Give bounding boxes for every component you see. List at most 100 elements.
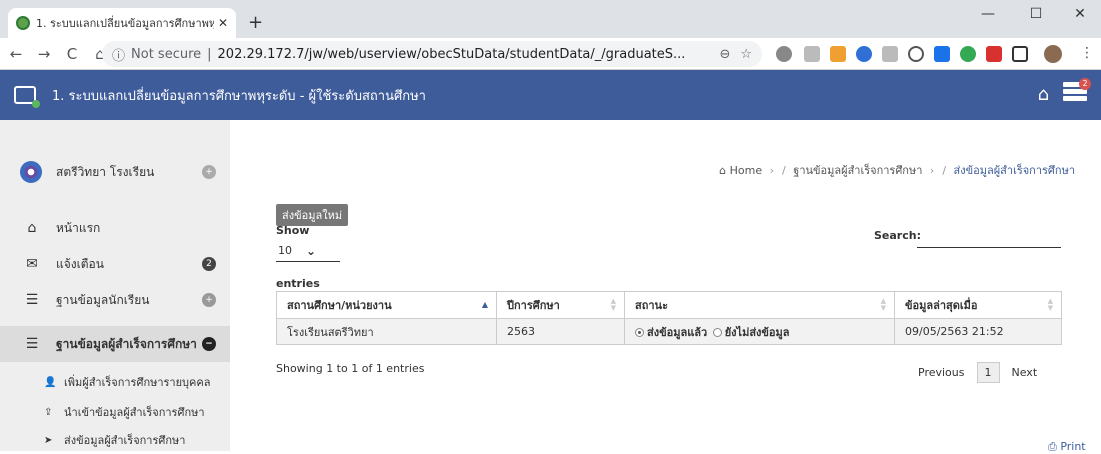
previous-page-button[interactable]: Previous: [918, 366, 965, 379]
site-favicon-icon: [16, 16, 30, 30]
extension-icon[interactable]: [960, 46, 976, 62]
sidebar-item-student-db[interactable]: ☰ ฐานข้อมูลนักเรียน +: [0, 282, 230, 318]
profile-avatar-icon[interactable]: [1044, 45, 1062, 63]
extension-icon[interactable]: [882, 46, 898, 62]
sort-asc-icon: ▲: [481, 300, 488, 309]
breadcrumb: ⌂ Home › / ฐานข้อมูลผู้สำเร็จการศึกษา › / …: [719, 164, 1075, 177]
reload-icon[interactable]: C: [60, 45, 84, 63]
sort-icon: ▲ ▼: [880, 297, 886, 312]
sort-icon: ▲ ▼: [610, 297, 616, 312]
extension-icon[interactable]: [776, 46, 792, 62]
address-bar[interactable]: ⓘ Not secure | 202.29.172.7/jw/web/userv…: [102, 41, 762, 67]
envelope-icon: ✉: [26, 256, 38, 272]
back-icon[interactable]: ←: [4, 45, 28, 63]
sidebar-subitem-label: นำเข้าข้อมูลผู้สำเร็จการศึกษา: [64, 406, 205, 419]
extension-icon[interactable]: [856, 46, 872, 62]
app-title: 1. ระบบแลกเปลี่ยนข้อมูลการศึกษาพหุระดับ …: [52, 88, 426, 104]
home-icon: ⌂: [27, 220, 37, 236]
forward-icon[interactable]: →: [32, 45, 56, 63]
sidebar-user[interactable]: สตรีวิทยา โรงเรียน +: [0, 150, 230, 194]
extension-icon[interactable]: [830, 46, 846, 62]
sidebar-subitem-add-graduate[interactable]: 👤 เพิ่มผู้สำเร็จการศึกษารายบุคคล: [0, 371, 230, 393]
menu-kebab-icon[interactable]: ⋮: [1080, 45, 1094, 61]
app-header: 1. ระบบแลกเปลี่ยนข้อมูลการศึกษาพหุระดับ …: [0, 70, 1101, 120]
notification-count-badge: 2: [202, 257, 216, 271]
column-header-updated[interactable]: ข้อมูลล่าสุดเมื่อ ▲ ▼: [894, 291, 1062, 319]
add-user-icon: 👤: [44, 376, 57, 388]
search-input[interactable]: [917, 226, 1061, 248]
sidebar-item-label: ฐานข้อมูลผู้สำเร็จการศึกษา: [56, 336, 197, 351]
pagination: Previous 1 Next: [918, 362, 1037, 383]
sidebar-item-label: แจ้งเตือน: [56, 256, 104, 271]
next-page-button[interactable]: Next: [1012, 366, 1038, 379]
table-header-row: สถานศึกษา/หน่วยงาน ▲ ปีการศึกษา ▲ ▼ สถานะ…: [276, 291, 1062, 319]
database-icon: ☰: [25, 336, 39, 352]
extension-icon[interactable]: [934, 46, 950, 62]
grid-icon[interactable]: [1012, 46, 1028, 62]
extension-icon[interactable]: [908, 46, 924, 62]
sidebar-item-graduate-db[interactable]: ☰ ฐานข้อมูลผู้สำเร็จการศึกษา −: [0, 326, 230, 362]
notification-badge: 2: [1079, 78, 1091, 90]
page-1-button[interactable]: 1: [976, 362, 1000, 383]
data-table: สถานศึกษา/หน่วยงาน ▲ ปีการศึกษา ▲ ▼ สถานะ…: [276, 291, 1062, 345]
bookmark-star-icon[interactable]: ☆: [740, 47, 752, 62]
security-label: Not secure: [131, 46, 202, 62]
status-unsent-radio[interactable]: [712, 327, 722, 337]
breadcrumb-home[interactable]: Home: [730, 164, 762, 177]
column-header-school[interactable]: สถานศึกษา/หน่วยงาน ▲: [276, 291, 497, 319]
printer-icon: ⎙: [1048, 440, 1057, 453]
zoom-icon[interactable]: ⊖: [719, 47, 730, 62]
sidebar-subitem-label: ส่งข้อมูลผู้สำเร็จการศึกษา: [64, 434, 186, 447]
school-logo-icon: [20, 161, 42, 183]
database-icon: ☰: [25, 292, 39, 308]
close-tab-icon[interactable]: ✕: [218, 16, 228, 30]
expand-icon: +: [202, 293, 216, 307]
maximize-icon[interactable]: ☐: [1016, 6, 1056, 22]
cell-school: โรงเรียนสตรีวิทยา: [276, 318, 497, 345]
upload-icon: ⇪: [44, 406, 53, 418]
send-new-data-button[interactable]: ส่งข้อมูลใหม่: [276, 204, 349, 226]
breadcrumb-current: ส่งข้อมูลผู้สำเร็จการศึกษา: [953, 164, 1075, 177]
notification-button[interactable]: 2: [1063, 78, 1091, 106]
browser-toolbar: ← → C ⌂ ⓘ Not secure | 202.29.172.7/jw/w…: [0, 38, 1101, 70]
info-icon[interactable]: ⓘ: [112, 45, 125, 64]
breadcrumb-level1[interactable]: ฐานข้อมูลผู้สำเร็จการศึกษา: [793, 164, 922, 177]
cell-year: 2563: [496, 318, 625, 345]
extension-icon[interactable]: [804, 46, 820, 62]
breadcrumb-home-icon[interactable]: ⌂: [719, 164, 726, 177]
chevron-down-icon: ⌄: [306, 243, 317, 258]
sidebar-item-label: หน้าแรก: [56, 220, 101, 235]
sidebar-item-home[interactable]: ⌂ หน้าแรก: [0, 210, 230, 246]
sidebar-subitem-label: เพิ่มผู้สำเร็จการศึกษารายบุคคล: [64, 376, 211, 389]
sort-icon: ▲ ▼: [1047, 297, 1053, 312]
sidebar-item-notifications[interactable]: ✉ แจ้งเตือน 2: [0, 246, 230, 282]
sidebar-subitem-send-graduate[interactable]: ➤ ส่งข้อมูลผู้สำเร็จการศึกษา: [0, 429, 230, 451]
sidebar-item-label: ฐานข้อมูลนักเรียน: [56, 292, 150, 307]
extension-icon[interactable]: [986, 46, 1002, 62]
page-length-select[interactable]: 10 ⌄: [276, 240, 340, 262]
cell-status: ส่งข้อมูลแล้ว ยังไม่ส่งข้อมูล: [624, 318, 895, 345]
search-label: Search:: [874, 229, 921, 242]
status-sent-radio[interactable]: [635, 327, 644, 337]
print-link[interactable]: ⎙ Print: [1048, 440, 1086, 454]
home-button-icon[interactable]: ⌂: [1038, 84, 1049, 105]
user-name: สตรีวิทยา โรงเรียน: [56, 164, 155, 179]
column-header-year[interactable]: ปีการศึกษา ▲ ▼: [496, 291, 625, 319]
page-length-value: 10: [278, 244, 292, 257]
collapse-icon: −: [202, 337, 216, 351]
sidebar: สตรีวิทยา โรงเรียน + ⌂ หน้าแรก ✉ แจ้งเตื…: [0, 120, 230, 451]
sidebar-subitem-import-graduate[interactable]: ⇪ นำเข้าข้อมูลผู้สำเร็จการศึกษา: [0, 401, 230, 423]
close-window-icon[interactable]: ✕: [1060, 6, 1100, 22]
new-tab-icon[interactable]: +: [248, 12, 263, 33]
show-label: Show: [276, 224, 310, 237]
cell-updated: 09/05/2563 21:52: [894, 318, 1062, 345]
expand-icon[interactable]: +: [202, 165, 216, 179]
minimize-icon[interactable]: —: [968, 6, 1008, 22]
send-icon: ➤: [44, 434, 53, 446]
table-row: โรงเรียนสตรีวิทยา 2563 ส่งข้อมูลแล้ว ยัง…: [276, 318, 1062, 345]
app-logo-icon: [14, 86, 40, 108]
column-header-status[interactable]: สถานะ ▲ ▼: [624, 291, 895, 319]
browser-tab-strip: 1. ระบบแลกเปลี่ยนข้อมูลการศึกษาพหุร ✕ + …: [0, 0, 1101, 38]
table-info: Showing 1 to 1 of 1 entries: [276, 362, 425, 375]
browser-tab[interactable]: 1. ระบบแลกเปลี่ยนข้อมูลการศึกษาพหุร ✕: [8, 8, 236, 38]
